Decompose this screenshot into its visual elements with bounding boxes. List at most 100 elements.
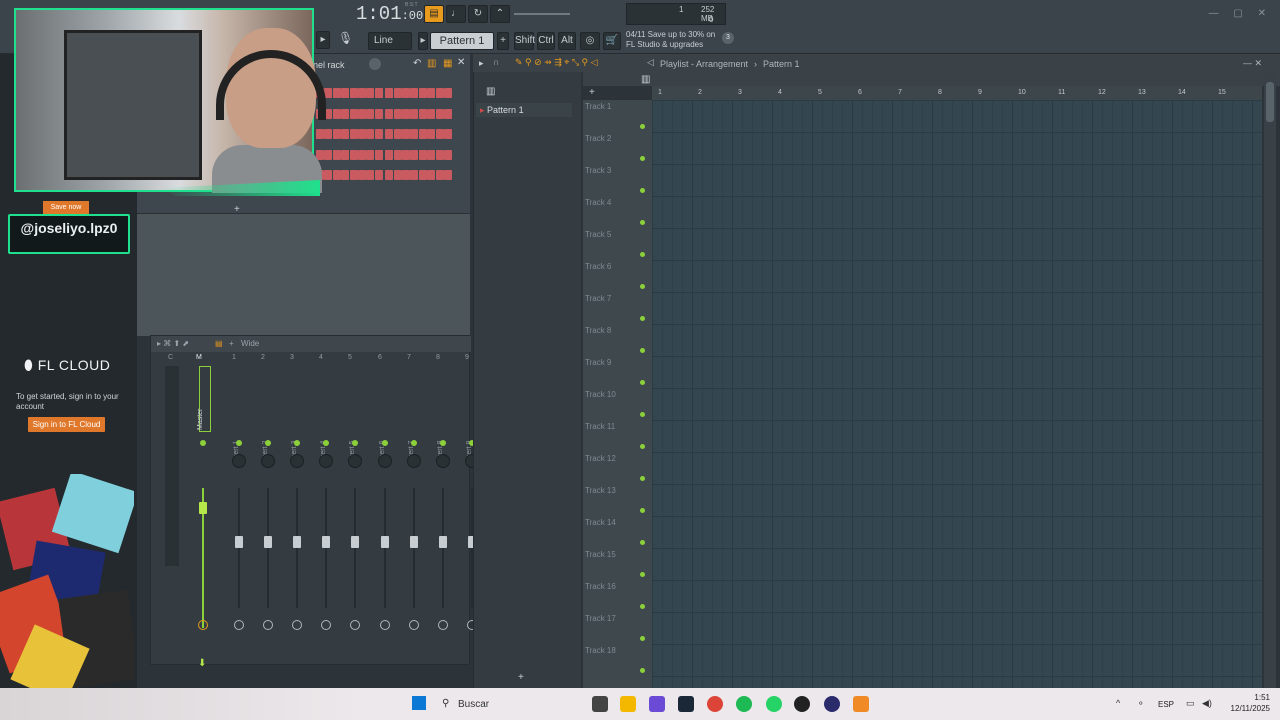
master-send-ring[interactable] <box>198 620 208 630</box>
insert-led[interactable] <box>323 440 329 446</box>
pattern-select[interactable]: Pattern 1 <box>430 32 494 50</box>
step-button[interactable] <box>374 170 383 180</box>
step-button[interactable] <box>374 129 383 139</box>
track-mute-led[interactable] <box>640 316 645 321</box>
track-name[interactable]: Track 8 <box>585 326 611 335</box>
step-button[interactable] <box>358 170 366 180</box>
track-name[interactable]: Track 11 <box>585 422 615 431</box>
track-name[interactable]: Track 2 <box>585 134 611 143</box>
step-button[interactable] <box>418 88 427 98</box>
fl-cloud-signin-button[interactable]: Sign in to FL Cloud <box>28 417 105 432</box>
step-button[interactable] <box>349 129 358 139</box>
pan-knob[interactable] <box>232 454 246 468</box>
volume-fader[interactable] <box>439 536 447 548</box>
step-button[interactable] <box>385 129 394 139</box>
step-button[interactable] <box>393 108 402 119</box>
step-button[interactable] <box>402 149 410 160</box>
step-button[interactable] <box>374 88 383 98</box>
track-mute-led[interactable] <box>640 540 645 545</box>
add-track-icon[interactable]: + <box>589 87 595 98</box>
insert-led[interactable] <box>236 440 242 446</box>
mixer-strip-insert[interactable]: Insert 4 <box>314 366 340 656</box>
step-button[interactable] <box>410 149 419 160</box>
step-button[interactable] <box>324 149 333 160</box>
mixer-strip-insert[interactable]: Insert 7 <box>402 366 428 656</box>
volume-fader[interactable] <box>235 536 243 548</box>
step-button[interactable] <box>410 129 419 139</box>
add-pattern-icon[interactable]: + <box>497 32 509 50</box>
microphone-icon[interactable]: 🎙 <box>338 31 353 49</box>
pan-knob[interactable] <box>348 454 362 468</box>
record-icon[interactable]: ◎ <box>580 32 600 50</box>
keyboard-language[interactable]: ESP <box>1158 700 1174 709</box>
track-mute-led[interactable] <box>640 156 645 161</box>
track-name[interactable]: Track 12 <box>585 454 616 463</box>
spotify-icon[interactable] <box>736 696 752 712</box>
mixer-strip-insert[interactable]: Insert 8 <box>431 366 457 656</box>
tool-icons[interactable]: ✎ ⚲ ⊘ ⇸ ⇶ ⌖ ⤡ ⚲ ◁ <box>515 57 598 68</box>
volume-fader[interactable] <box>293 536 301 548</box>
volume-fader[interactable] <box>410 536 418 548</box>
app-icon[interactable] <box>794 696 810 712</box>
step-button[interactable] <box>444 129 452 139</box>
step-button[interactable] <box>341 170 350 180</box>
track-name[interactable]: Track 10 <box>585 390 616 399</box>
whatsapp-icon[interactable] <box>766 696 782 712</box>
master-led[interactable] <box>200 440 206 446</box>
ctrl-key[interactable]: Ctrl <box>537 32 555 50</box>
step-button[interactable] <box>435 170 444 180</box>
timeline-ruler[interactable]: 1 2 3 4 5 6 7 8 9 10 11 12 13 14 15 <box>652 86 1262 100</box>
taskbar-clock[interactable]: 1:51 12/11/2025 <box>1218 692 1270 714</box>
steam-icon[interactable] <box>678 696 694 712</box>
taskbar-search[interactable]: ⚲ Buscar <box>436 692 586 716</box>
track-mute-led[interactable] <box>640 604 645 609</box>
file-explorer-icon[interactable] <box>620 696 636 712</box>
step-button[interactable] <box>418 129 427 139</box>
step-button[interactable] <box>324 170 333 180</box>
step-button[interactable] <box>402 129 410 139</box>
step-button[interactable] <box>358 108 366 119</box>
tray-mic-icon[interactable]: ⚬ <box>1137 698 1145 709</box>
track-mute-led[interactable] <box>640 636 645 641</box>
insert-led[interactable] <box>440 440 446 446</box>
step-button[interactable] <box>410 170 419 180</box>
step-button[interactable] <box>393 170 402 180</box>
step-button[interactable] <box>332 108 341 119</box>
send-ring[interactable] <box>263 620 273 630</box>
step-button[interactable] <box>341 149 350 160</box>
playlist-menu-icon[interactable]: ◁ <box>647 57 654 68</box>
step-button[interactable] <box>444 88 452 98</box>
step-button[interactable] <box>393 129 402 139</box>
track-name[interactable]: Track 13 <box>585 486 616 495</box>
master-volume-slider[interactable] <box>514 13 570 15</box>
step-button[interactable] <box>435 129 444 139</box>
pattern-song-toggle[interactable]: ▤ <box>424 5 444 23</box>
pan-knob[interactable] <box>290 454 304 468</box>
volume-fader[interactable] <box>264 536 272 548</box>
step-button[interactable] <box>366 129 375 139</box>
track-name[interactable]: Track 4 <box>585 198 611 207</box>
step-button[interactable] <box>410 88 419 98</box>
step-button[interactable] <box>402 88 410 98</box>
step-button[interactable] <box>366 108 375 119</box>
step-button[interactable] <box>427 149 436 160</box>
alt-key[interactable]: Alt <box>558 32 576 50</box>
send-ring[interactable] <box>409 620 419 630</box>
track-mute-led[interactable] <box>640 444 645 449</box>
track-name[interactable]: Track 15 <box>585 550 616 559</box>
track-mute-led[interactable] <box>640 220 645 225</box>
volume-fader[interactable] <box>351 536 359 548</box>
wait-icon[interactable]: ↻ <box>468 5 488 23</box>
track-name[interactable]: Track 1 <box>585 102 611 111</box>
step-button[interactable] <box>427 108 436 119</box>
step-button[interactable] <box>402 108 410 119</box>
step-button[interactable] <box>444 149 452 160</box>
track-mute-led[interactable] <box>640 508 645 513</box>
step-icon[interactable]: ▦ <box>443 58 452 69</box>
step-button[interactable] <box>366 170 375 180</box>
step-button[interactable] <box>316 129 324 139</box>
step-button[interactable] <box>349 149 358 160</box>
chrome-icon[interactable] <box>707 696 723 712</box>
tray-chevron-icon[interactable]: ^ <box>1116 698 1120 708</box>
step-button[interactable] <box>402 170 410 180</box>
